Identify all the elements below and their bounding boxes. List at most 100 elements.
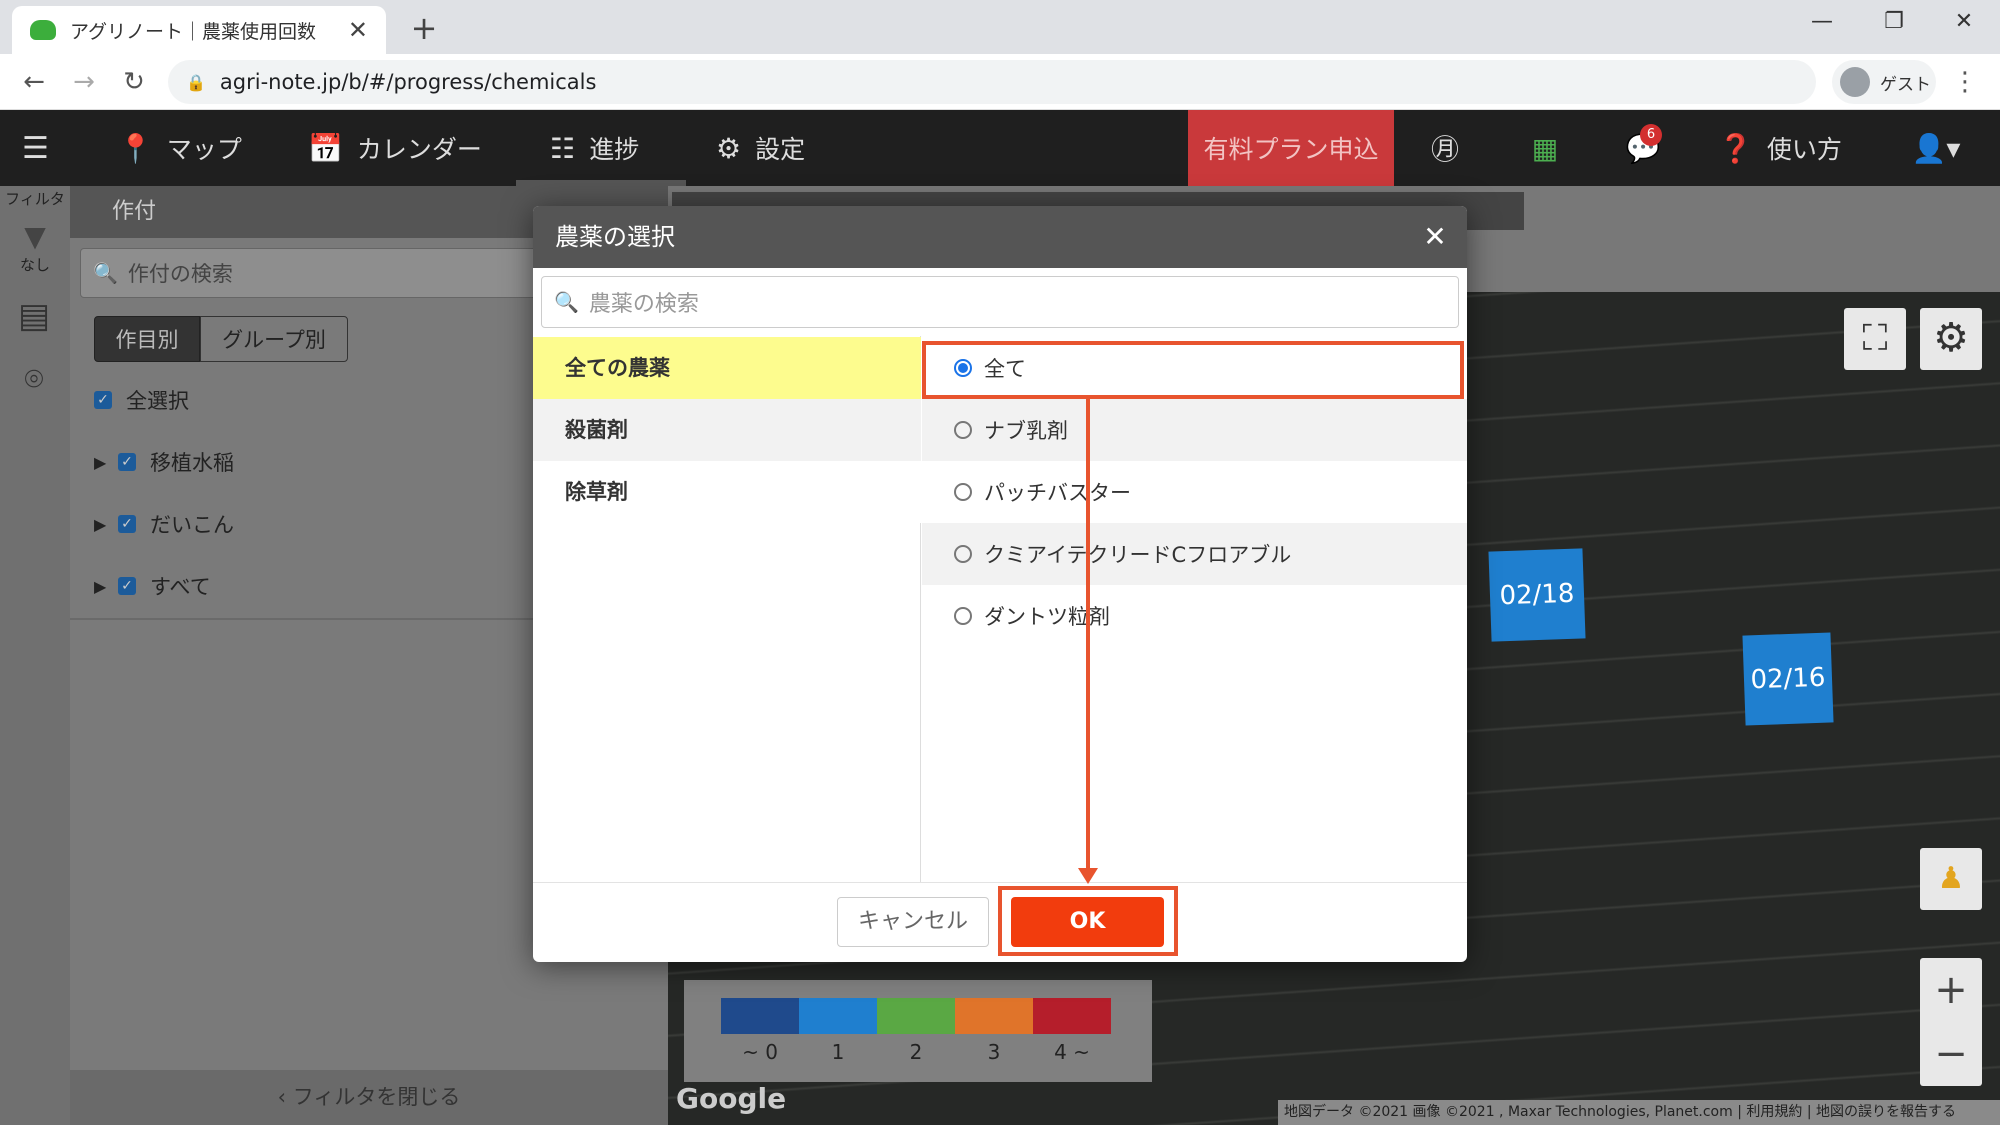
location-icon[interactable]: ⌾ xyxy=(16,360,52,404)
nav-progress[interactable]: ☷ 進捗 xyxy=(550,110,639,186)
legend-label: 3 xyxy=(987,1040,1001,1064)
segment-by-group[interactable]: グループ別 xyxy=(200,316,348,362)
notification-icon[interactable]: 💬 xyxy=(1618,110,1668,186)
tree-item[interactable]: ▶ ✓ すべて xyxy=(94,566,211,606)
frog-favicon-icon xyxy=(30,20,56,40)
cancel-button[interactable]: キャンセル xyxy=(837,897,989,947)
nav-help[interactable]: ❓ 使い方 xyxy=(1718,110,1842,186)
paid-plan-button[interactable]: 有料プラン申込 xyxy=(1188,110,1394,186)
map-pin-icon: 📍 xyxy=(118,131,153,165)
fullscreen-icon[interactable]: ⛶ xyxy=(1844,308,1906,370)
browser-menu-icon[interactable]: ⋮ xyxy=(1950,62,1980,102)
category-item-herbicide[interactable]: 除草剤 xyxy=(533,461,921,523)
option-item[interactable]: ナブ乳剤 xyxy=(922,399,1467,461)
zoom-in-button[interactable]: + xyxy=(1920,958,1982,1022)
lock-icon: 🔒 xyxy=(186,72,206,92)
tree-item-label: すべて xyxy=(150,575,211,599)
checkbox-icon[interactable]: ✓ xyxy=(94,391,112,409)
forward-icon[interactable]: → xyxy=(64,62,104,102)
funnel-icon[interactable]: ▼ xyxy=(18,220,52,253)
nav-settings-label: 設定 xyxy=(755,135,806,164)
nav-progress-label: 進捗 xyxy=(589,135,640,164)
highlight-box-all-option xyxy=(922,341,1464,399)
category-item-all[interactable]: 全ての農薬 xyxy=(533,337,921,399)
document-icon[interactable]: ▤ xyxy=(16,296,52,340)
list-icon: ☷ xyxy=(550,131,576,165)
calendar-icon: 📅 xyxy=(308,131,343,165)
option-item[interactable]: ダントツ粒剤 xyxy=(922,585,1467,647)
legend-swatch xyxy=(721,998,799,1034)
radio-icon[interactable] xyxy=(954,545,972,563)
google-logo: Google xyxy=(676,1082,787,1115)
tree-item-label: だいこん xyxy=(150,513,234,537)
nav-calendar[interactable]: 📅 カレンダー xyxy=(308,110,482,186)
option-item[interactable]: パッチバスター xyxy=(922,461,1467,523)
field-plot[interactable]: 02/16 xyxy=(1742,632,1834,726)
close-filter-label: フィルタを閉じる xyxy=(292,1085,461,1109)
reload-icon[interactable]: ↻ xyxy=(114,62,154,102)
select-all-label: 全選択 xyxy=(126,389,189,413)
checkbox-icon[interactable]: ✓ xyxy=(118,577,136,595)
category-item-fungicide[interactable]: 殺菌剤 xyxy=(533,399,921,461)
field-plot[interactable]: 02/18 xyxy=(1488,548,1586,642)
tab-title: アグリノート｜農薬使用回数 xyxy=(70,20,317,43)
user-menu-icon[interactable]: 👤▾ xyxy=(1904,110,1968,186)
option-label: ダントツ粒剤 xyxy=(984,605,1110,629)
radio-icon[interactable] xyxy=(954,607,972,625)
app-header xyxy=(0,110,2000,186)
checkbox-icon[interactable]: ✓ xyxy=(118,515,136,533)
dialog-title: 農薬の選択 xyxy=(533,206,1467,268)
question-icon: ❓ xyxy=(1718,131,1753,165)
map-attribution[interactable]: 地図データ ©2021 画像 ©2021 , Maxar Technologie… xyxy=(1278,1100,2000,1125)
expand-triangle-icon[interactable]: ▶ xyxy=(94,453,118,472)
legend-label: 4 ~ xyxy=(1054,1040,1090,1064)
street-view-pegman-icon[interactable]: ♟ xyxy=(1920,848,1982,910)
filter-label: フィルタ xyxy=(5,190,65,208)
rice-icon[interactable]: ㊊ xyxy=(1420,110,1470,186)
nav-settings[interactable]: ⚙ 設定 xyxy=(716,110,805,186)
option-label: クミアイテクリードCフロアブル xyxy=(984,543,1292,567)
legend-swatch xyxy=(1033,998,1111,1034)
radio-icon[interactable] xyxy=(954,421,972,439)
legend-label: 2 xyxy=(909,1040,923,1064)
segment-by-crop[interactable]: 作目別 xyxy=(94,316,200,362)
gear-icon: ⚙ xyxy=(716,131,742,165)
zoom-out-button[interactable]: − xyxy=(1920,1022,1982,1086)
close-filter-button[interactable]: ‹ フィルタを閉じる xyxy=(70,1070,668,1125)
back-icon[interactable]: ← xyxy=(14,62,54,102)
url-field[interactable]: 🔒 agri-note.jp/b/#/progress/chemicals xyxy=(168,60,1816,104)
browser-tab[interactable]: アグリノート｜農薬使用回数 ✕ xyxy=(12,6,386,54)
option-item[interactable]: クミアイテクリードCフロアブル xyxy=(922,523,1467,585)
tree-item[interactable]: ▶ ✓ 移植水稲 xyxy=(94,442,234,482)
close-tab-icon[interactable]: ✕ xyxy=(348,16,368,44)
minimize-icon[interactable]: — xyxy=(1786,0,1858,46)
radio-icon[interactable] xyxy=(954,483,972,501)
checkbox-icon[interactable]: ✓ xyxy=(118,453,136,471)
dialog-close-icon[interactable]: ✕ xyxy=(1412,214,1458,260)
menu-toggle-icon[interactable]: ☰ xyxy=(22,110,62,186)
legend-swatch xyxy=(877,998,955,1034)
profile-button[interactable]: ゲスト xyxy=(1832,60,1936,104)
avatar-icon xyxy=(1840,67,1870,97)
crop-search-placeholder: 作付の検索 xyxy=(127,262,233,286)
chemical-search-placeholder: 農薬の検索 xyxy=(588,292,699,317)
map-settings-gear-icon[interactable]: ⚙ xyxy=(1920,308,1982,370)
select-all-row[interactable]: ✓ 全選択 xyxy=(94,380,189,420)
legend-label: 1 xyxy=(831,1040,845,1064)
highlight-box-ok-button xyxy=(998,886,1178,956)
window-close-icon[interactable]: ✕ xyxy=(1928,0,2000,46)
expand-triangle-icon[interactable]: ▶ xyxy=(94,515,118,534)
expand-triangle-icon[interactable]: ▶ xyxy=(94,577,118,596)
legend-label: ~ 0 xyxy=(742,1040,778,1064)
nav-calendar-label: カレンダー xyxy=(356,135,482,164)
legend-swatch xyxy=(799,998,877,1034)
nav-map[interactable]: 📍 マップ xyxy=(118,110,242,186)
url-text: agri-note.jp/b/#/progress/chemicals xyxy=(219,70,597,94)
new-tab-icon[interactable]: + xyxy=(404,8,444,48)
chemical-search-input[interactable]: 🔍 農薬の検索 xyxy=(541,276,1459,328)
tree-item[interactable]: ▶ ✓ だいこん xyxy=(94,504,234,544)
arrowhead-icon xyxy=(1078,868,1098,884)
ledger-icon[interactable]: ▦ xyxy=(1520,110,1570,186)
legend-swatch xyxy=(955,998,1033,1034)
restore-icon[interactable]: ❐ xyxy=(1858,0,1930,46)
